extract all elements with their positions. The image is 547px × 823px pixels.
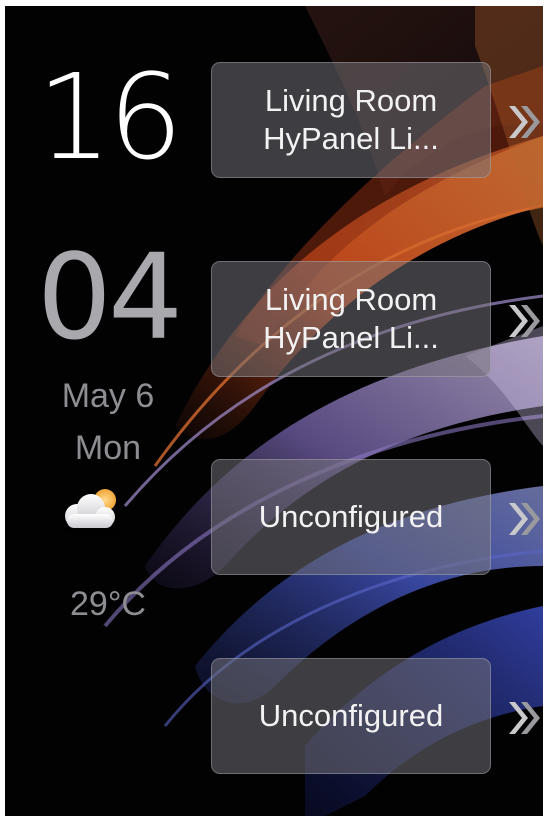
tile-label: Living Room HyPanel Li... xyxy=(226,281,476,357)
scene-tile-living-room-2[interactable]: Living Room HyPanel Li... xyxy=(211,261,491,377)
date-weekday: Mon xyxy=(74,429,142,467)
clock-hour: 16 xyxy=(36,48,183,186)
tile-label-line1: Living Room xyxy=(264,282,438,317)
date-month-day: May 6 xyxy=(61,377,155,415)
scene-tile-living-room-1[interactable]: Living Room HyPanel Li... xyxy=(211,62,491,178)
partly-cloudy-icon xyxy=(63,489,123,536)
double-chevron-right-icon[interactable] xyxy=(507,104,541,140)
double-chevron-right-icon[interactable] xyxy=(507,700,541,736)
double-chevron-right-icon[interactable] xyxy=(507,303,541,339)
double-chevron-right-icon[interactable] xyxy=(507,501,541,537)
tile-label: Unconfigured xyxy=(258,499,444,534)
temperature-reading: 29°C xyxy=(70,585,146,623)
clock-minute: 04 xyxy=(36,228,183,366)
tile-label-line2: HyPanel Li... xyxy=(263,121,439,156)
scene-tile-unconfigured-2[interactable]: Unconfigured xyxy=(211,658,491,774)
tile-label: Living Room HyPanel Li... xyxy=(226,82,476,158)
tile-label: Unconfigured xyxy=(258,698,444,733)
tile-label-line1: Living Room xyxy=(264,83,438,118)
lock-screen: 16 04 May 6 Mon 29°C Living Room HyPanel… xyxy=(5,6,543,816)
scene-tile-unconfigured-1[interactable]: Unconfigured xyxy=(211,459,491,575)
tile-label-line2: HyPanel Li... xyxy=(263,320,439,355)
